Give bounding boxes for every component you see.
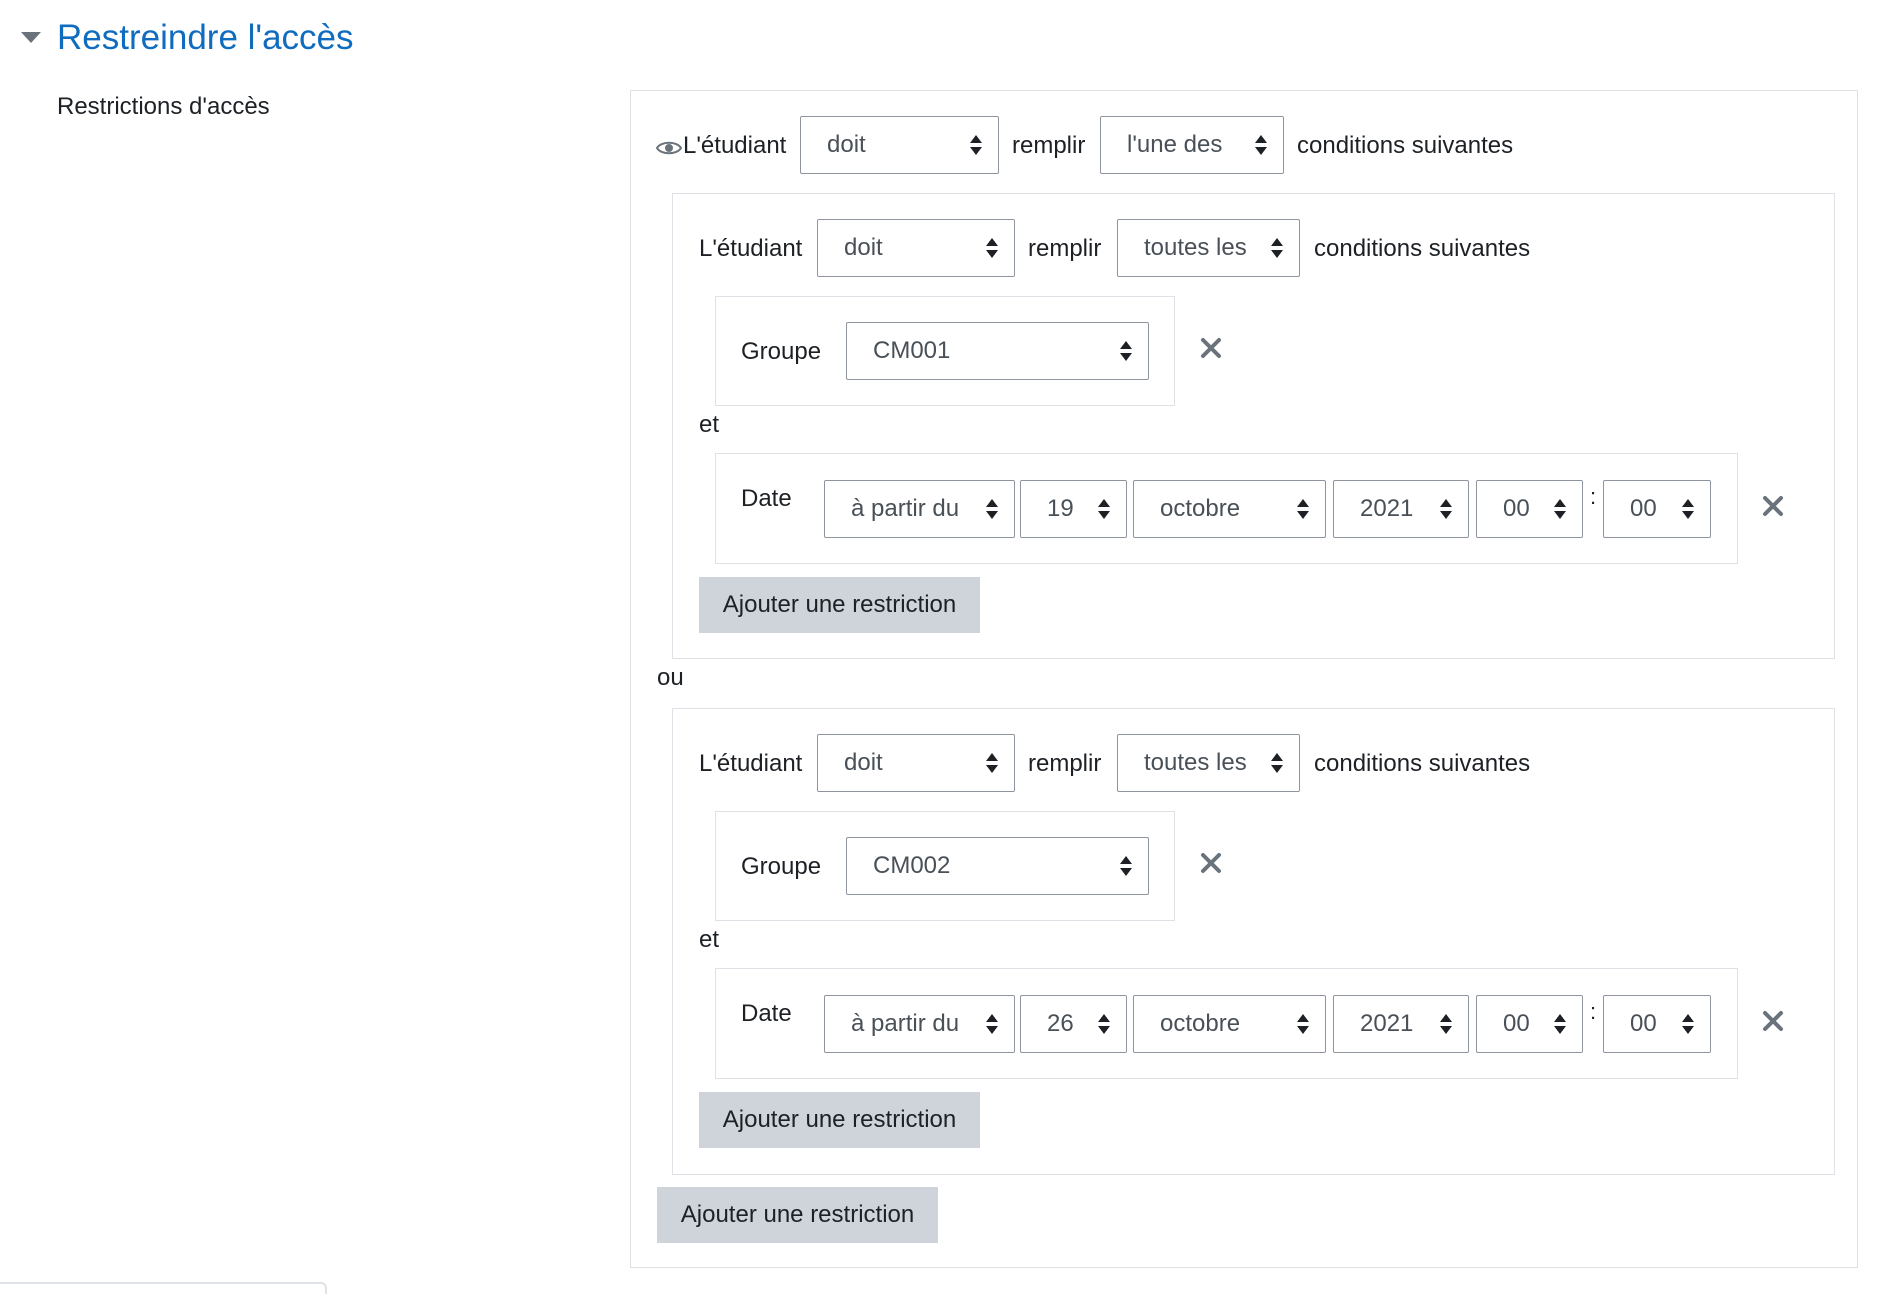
set-2-match-value: toutes les <box>1144 749 1247 776</box>
set-1-must-value: doit <box>844 234 883 261</box>
root-must-value: doit <box>827 131 866 158</box>
date-year-select-2[interactable]: 2021 <box>1333 995 1469 1053</box>
group-value-2: CM002 <box>873 852 951 879</box>
or-label: ou <box>657 664 684 691</box>
root-fill-label: remplir <box>1012 132 1086 159</box>
date-month-select-2[interactable]: octobre <box>1133 995 1326 1053</box>
date-hour-value: 00 <box>1503 1010 1530 1037</box>
group-label: Groupe <box>741 853 822 880</box>
date-day-value: 26 <box>1047 1010 1074 1037</box>
select-arrows-icon <box>1271 238 1283 258</box>
date-hour-select-2[interactable]: 00 <box>1476 995 1583 1053</box>
date-direction-select-2[interactable]: à partir du <box>824 995 1015 1053</box>
select-arrows-icon <box>1682 499 1694 519</box>
date-minute-select-1[interactable]: 00 <box>1603 480 1711 538</box>
date-label: Date <box>741 485 792 512</box>
date-hour-select-1[interactable]: 00 <box>1476 480 1583 538</box>
and-label: et <box>699 411 720 438</box>
select-arrows-icon <box>1440 1014 1452 1034</box>
root-must-select[interactable]: doit <box>800 116 999 174</box>
date-year-select-1[interactable]: 2021 <box>1333 480 1469 538</box>
root-student-label: L'étudiant <box>683 132 787 159</box>
date-day-select-1[interactable]: 19 <box>1020 480 1127 538</box>
select-arrows-icon <box>1098 499 1110 519</box>
set-2-conditions-label: conditions suivantes <box>1314 750 1531 777</box>
delete-condition-icon[interactable] <box>1200 852 1222 874</box>
time-separator: : <box>1590 484 1597 509</box>
date-label: Date <box>741 1000 792 1027</box>
set-1-conditions-label: conditions suivantes <box>1314 235 1531 262</box>
date-hour-value: 00 <box>1503 495 1530 522</box>
set-1-fill-label: remplir <box>1028 235 1102 262</box>
set-2-match-select[interactable]: toutes les <box>1117 734 1300 792</box>
set-1-must-select[interactable]: doit <box>817 219 1015 277</box>
group-select-1[interactable]: CM001 <box>846 322 1149 380</box>
add-restriction-button-set-2[interactable]: Ajouter une restriction <box>699 1092 980 1148</box>
select-arrows-icon <box>986 753 998 773</box>
section-title[interactable]: Restreindre l'accès <box>57 16 354 60</box>
select-arrows-icon <box>1554 499 1566 519</box>
select-arrows-icon <box>1554 1014 1566 1034</box>
bottom-panel-edge <box>0 1282 327 1294</box>
select-arrows-icon <box>1440 499 1452 519</box>
date-year-value: 2021 <box>1360 1010 1414 1037</box>
date-day-select-2[interactable]: 26 <box>1020 995 1127 1053</box>
collapse-caret-icon[interactable] <box>21 32 41 43</box>
select-arrows-icon <box>986 238 998 258</box>
add-restriction-button-root[interactable]: Ajouter une restriction <box>657 1187 938 1243</box>
group-label: Groupe <box>741 338 822 365</box>
date-minute-value: 00 <box>1630 495 1657 522</box>
set-1-match-value: toutes les <box>1144 234 1247 261</box>
eye-icon[interactable] <box>656 139 682 157</box>
date-direction-value: à partir du <box>851 1010 960 1037</box>
set-2-must-select[interactable]: doit <box>817 734 1015 792</box>
set-2-fill-label: remplir <box>1028 750 1102 777</box>
date-minute-value: 00 <box>1630 1010 1657 1037</box>
select-arrows-icon <box>1098 1014 1110 1034</box>
set-1-match-select[interactable]: toutes les <box>1117 219 1300 277</box>
root-match-value: l'une des <box>1127 131 1223 158</box>
add-restriction-button-set-1[interactable]: Ajouter une restriction <box>699 577 980 633</box>
set-1-student-label: L'étudiant <box>699 235 803 262</box>
root-conditions-label: conditions suivantes <box>1297 132 1514 159</box>
date-direction-select-1[interactable]: à partir du <box>824 480 1015 538</box>
date-month-value: octobre <box>1160 495 1241 522</box>
date-minute-select-2[interactable]: 00 <box>1603 995 1711 1053</box>
select-arrows-icon <box>986 1014 998 1034</box>
date-month-value: octobre <box>1160 1010 1241 1037</box>
root-match-select[interactable]: l'une des <box>1100 116 1284 174</box>
select-arrows-icon <box>1297 499 1309 519</box>
select-arrows-icon <box>1682 1014 1694 1034</box>
date-year-value: 2021 <box>1360 495 1414 522</box>
set-2-must-value: doit <box>844 749 883 776</box>
date-direction-value: à partir du <box>851 495 960 522</box>
set-2-student-label: L'étudiant <box>699 750 803 777</box>
select-arrows-icon <box>986 499 998 519</box>
delete-condition-icon[interactable] <box>1200 337 1222 359</box>
select-arrows-icon <box>1120 856 1132 876</box>
field-label-access-restrictions: Restrictions d'accès <box>57 93 270 120</box>
select-arrows-icon <box>1297 1014 1309 1034</box>
group-select-2[interactable]: CM002 <box>846 837 1149 895</box>
date-day-value: 19 <box>1047 495 1074 522</box>
delete-condition-icon[interactable] <box>1762 1010 1784 1032</box>
select-arrows-icon <box>970 135 982 155</box>
delete-condition-icon[interactable] <box>1762 495 1784 517</box>
time-separator: : <box>1590 999 1597 1024</box>
select-arrows-icon <box>1120 341 1132 361</box>
and-label: et <box>699 926 720 953</box>
select-arrows-icon <box>1255 135 1267 155</box>
date-month-select-1[interactable]: octobre <box>1133 480 1326 538</box>
group-value-1: CM001 <box>873 337 951 364</box>
select-arrows-icon <box>1271 753 1283 773</box>
